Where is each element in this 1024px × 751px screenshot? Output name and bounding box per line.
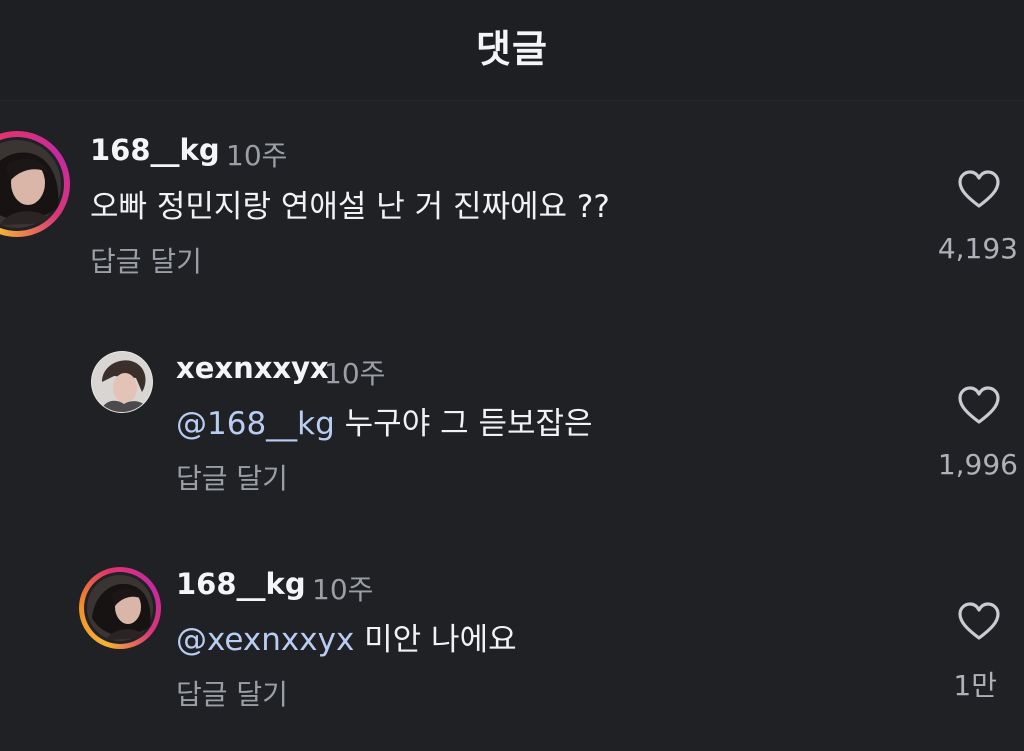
mention-link[interactable]: @168__kg [176,406,335,442]
avatar [92,352,152,412]
heart-icon[interactable] [957,386,1001,426]
avatar [0,137,64,231]
avatar [84,572,156,644]
heart-icon[interactable] [957,170,1001,210]
comment-text: 오빠 정민지랑 연애설 난 거 진짜에요 ?? [90,181,610,226]
comment-username[interactable]: 168__kg [90,133,220,167]
comment-time: 10주 [324,357,386,390]
comments-header: 댓글 [0,0,1024,101]
comment-text: @xexnxxyx 미안 나에요 [176,614,517,659]
like-count: 1,996 [937,448,1018,481]
page-title: 댓글 [476,27,548,71]
avatar-story-ring[interactable] [0,131,70,237]
comment-body: 오빠 정민지랑 연애설 난 거 진짜에요 ?? [90,189,610,225]
avatar-photo-icon [92,352,152,412]
comment-body: 누구야 그 듣보잡은 [334,406,593,442]
avatar-story-ring[interactable] [79,567,161,649]
comment-body: 미안 나에요 [354,622,517,658]
avatar-photo-icon [0,140,61,228]
reply-button[interactable]: 답글 달기 [90,240,202,280]
comment-text: @168__kg 누구야 그 듣보잡은 [176,398,593,443]
comment-username[interactable]: 168__kg [176,567,306,601]
like-count: 1만 [953,669,997,702]
like-count: 4,193 [937,232,1018,265]
heart-icon[interactable] [957,602,1001,642]
comment-username[interactable]: xexnxxyx [176,351,329,385]
avatar-ring[interactable] [91,351,153,413]
mention-link[interactable]: @xexnxxyx [176,622,354,658]
reply-button[interactable]: 답글 달기 [176,673,288,713]
reply-button[interactable]: 답글 달기 [176,457,288,497]
comment-time: 10주 [312,573,374,606]
avatar-photo-icon [87,575,153,641]
comment-time: 10주 [226,139,288,172]
